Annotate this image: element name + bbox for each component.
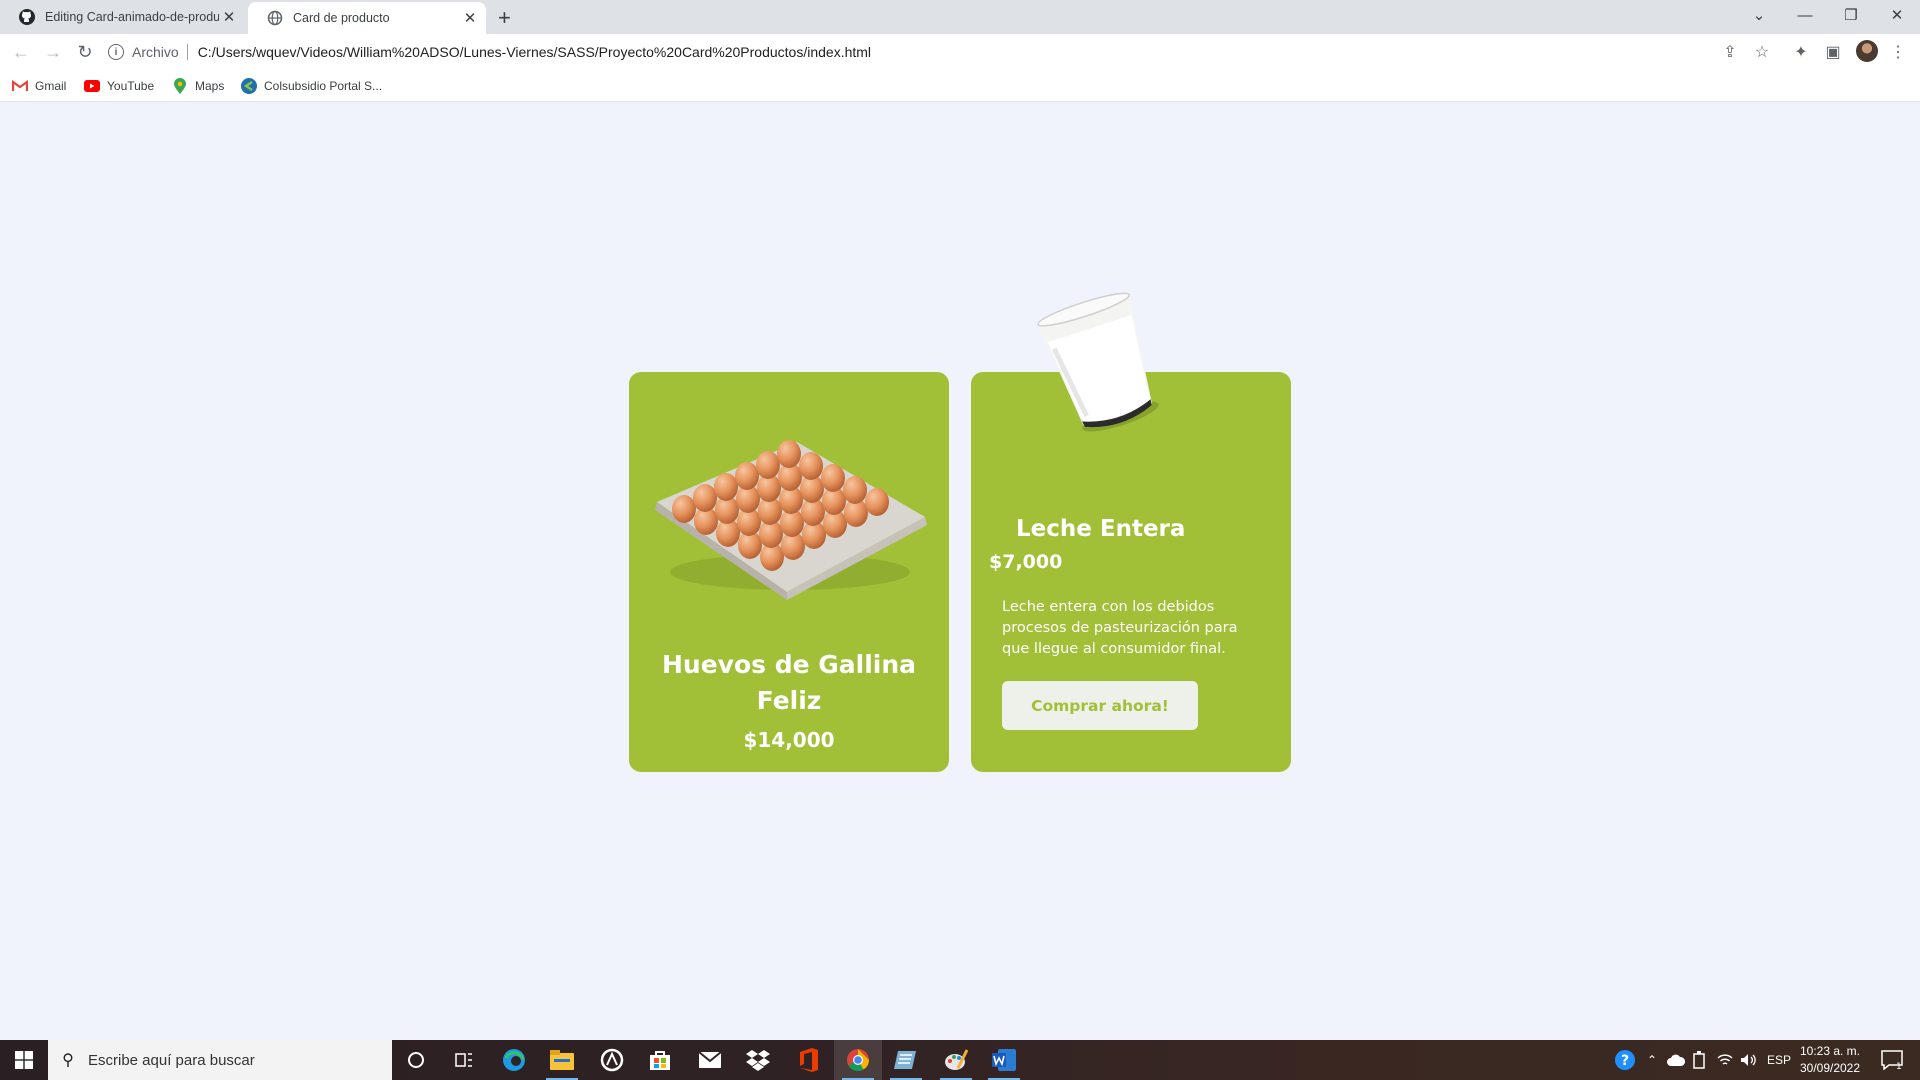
restore-icon[interactable]: ❐ [1828, 0, 1874, 30]
file-explorer-icon[interactable] [538, 1040, 586, 1080]
notification-count: 1 [1896, 1062, 1902, 1070]
bookmark-label: Gmail [35, 79, 67, 93]
close-tab-icon[interactable]: ✕ [460, 9, 480, 27]
tab-card-de-producto[interactable]: Card de producto ✕ [248, 2, 486, 34]
clock-date: 30/09/2022 [1799, 1061, 1861, 1075]
egg [672, 495, 696, 523]
egg [693, 484, 717, 512]
back-arrow-icon[interactable]: ← [9, 40, 33, 64]
product-price: $7,000 [989, 551, 1063, 573]
windows-start-icon[interactable] [0, 1040, 48, 1080]
product-price: $14,000 [743, 728, 835, 752]
edge-icon[interactable] [490, 1040, 538, 1080]
egg [756, 451, 780, 479]
milk-glass-image [1037, 292, 1159, 432]
minimize-icon[interactable]: — [1782, 0, 1828, 30]
page-viewport: Huevos de Gallina Feliz $14,000 Leche En… [0, 102, 1920, 1040]
clock-time: 10:23 a. m. [1799, 1044, 1861, 1058]
bookmark-gmail[interactable]: Gmail [12, 76, 66, 96]
egg [777, 440, 801, 468]
bookmark-label: Maps [195, 79, 225, 93]
bookmark-label: YouTube [107, 79, 155, 93]
close-window-icon[interactable]: ✕ [1874, 0, 1920, 30]
bookmark-maps[interactable]: Maps [172, 76, 224, 96]
browser-tab-bar: Editing Card-animado-de-produc ✕ Card de… [0, 0, 1920, 34]
side-panel-icon[interactable]: ▣ [1823, 42, 1843, 62]
paint-icon[interactable] [932, 1040, 980, 1080]
battery-icon[interactable] [1688, 1040, 1710, 1080]
chrome-icon[interactable] [834, 1040, 882, 1080]
tab-search-icon[interactable]: ⌄ [1736, 0, 1782, 30]
bookmark-label: Colsubsidio Portal S... [264, 79, 383, 93]
address-bar[interactable]: i Archivo C:/Users/wquev/Videos/William%… [108, 38, 1768, 66]
cortana-icon[interactable] [392, 1040, 440, 1080]
youtube-icon [84, 78, 100, 94]
colsubsidio-icon [241, 78, 257, 94]
address-scheme-label: Archivo [132, 44, 179, 60]
close-tab-icon[interactable]: ✕ [219, 8, 239, 26]
volume-icon[interactable] [1738, 1040, 1760, 1080]
search-placeholder: Escribe aquí para buscar [88, 1051, 255, 1069]
info-icon[interactable]: i [108, 44, 124, 60]
new-tab-button[interactable]: + [498, 5, 511, 31]
url-text[interactable]: C:/Users/wquev/Videos/William%20ADSO/Lun… [198, 44, 871, 60]
browser-toolbar: ← → ↻ i Archivo C:/Users/wquev/Videos/Wi… [0, 34, 1920, 70]
office-icon[interactable] [784, 1040, 832, 1080]
bookmark-youtube[interactable]: YouTube [84, 76, 154, 96]
help-icon[interactable]: ? [1612, 1040, 1638, 1080]
egg [821, 464, 845, 492]
egg [735, 462, 759, 490]
egg [799, 452, 823, 480]
tab-editing-card[interactable]: Editing Card-animado-de-produc ✕ [0, 0, 245, 34]
bookmark-colsubsidio[interactable]: Colsubsidio Portal S... [241, 76, 382, 96]
mail-icon[interactable] [686, 1040, 734, 1080]
extensions-icon[interactable]: ✦ [1791, 42, 1811, 62]
product-title: Huevos de Gallina Feliz [661, 650, 917, 715]
share-icon[interactable]: ⇪ [1720, 42, 1740, 62]
product-card-eggs[interactable]: Huevos de Gallina Feliz $14,000 [629, 372, 949, 772]
app-circle-icon[interactable] [588, 1040, 636, 1080]
reload-icon[interactable]: ↻ [73, 40, 97, 64]
onedrive-icon[interactable] [1664, 1040, 1688, 1080]
github-icon [19, 9, 35, 25]
egg-tray-image [655, 440, 927, 600]
tab-title: Editing Card-animado-de-produc [45, 10, 219, 24]
language-indicator[interactable]: ESP [1764, 1040, 1794, 1080]
egg [714, 473, 738, 501]
svg-text:?: ? [1621, 1053, 1629, 1069]
profile-avatar[interactable] [1856, 40, 1878, 62]
product-title: Leche Entera [1016, 516, 1186, 542]
gmail-icon [12, 78, 28, 94]
taskbar-search-input[interactable]: ⚲ Escribe aquí para buscar [48, 1040, 392, 1080]
task-view-icon[interactable] [440, 1040, 488, 1080]
tab-title: Card de producto [293, 11, 390, 25]
search-icon: ⚲ [62, 1052, 74, 1069]
chevron-up-icon[interactable]: ⌃ [1640, 1040, 1664, 1080]
forward-arrow-icon[interactable]: → [41, 40, 65, 64]
windows-taskbar: ⚲ Escribe aquí para buscar ? ⌃ ESP 10:23… [0, 1040, 1920, 1080]
notifications-icon[interactable]: 1 [1872, 1040, 1912, 1080]
system-clock[interactable]: 10:23 a. m. 30/09/2022 [1794, 1043, 1866, 1077]
dropbox-icon[interactable] [734, 1040, 782, 1080]
wifi-icon[interactable] [1714, 1040, 1736, 1080]
egg [843, 476, 867, 504]
word-icon[interactable] [980, 1040, 1028, 1080]
product-description: Leche entera con los debidos procesos de… [1002, 599, 1238, 657]
star-bookmark-icon[interactable]: ☆ [1752, 42, 1772, 62]
store-icon[interactable] [636, 1040, 684, 1080]
bookmarks-bar: Gmail YouTube Maps Colsubsidio Portal S.… [0, 70, 1920, 102]
globe-icon [267, 10, 283, 26]
buy-now-button[interactable]: Comprar ahora! [1002, 681, 1198, 730]
maps-icon [172, 78, 188, 94]
menu-dots-icon[interactable]: ⋮ [1888, 42, 1908, 62]
address-separator [186, 44, 188, 60]
notes-app-icon[interactable] [882, 1040, 930, 1080]
egg [865, 488, 889, 516]
